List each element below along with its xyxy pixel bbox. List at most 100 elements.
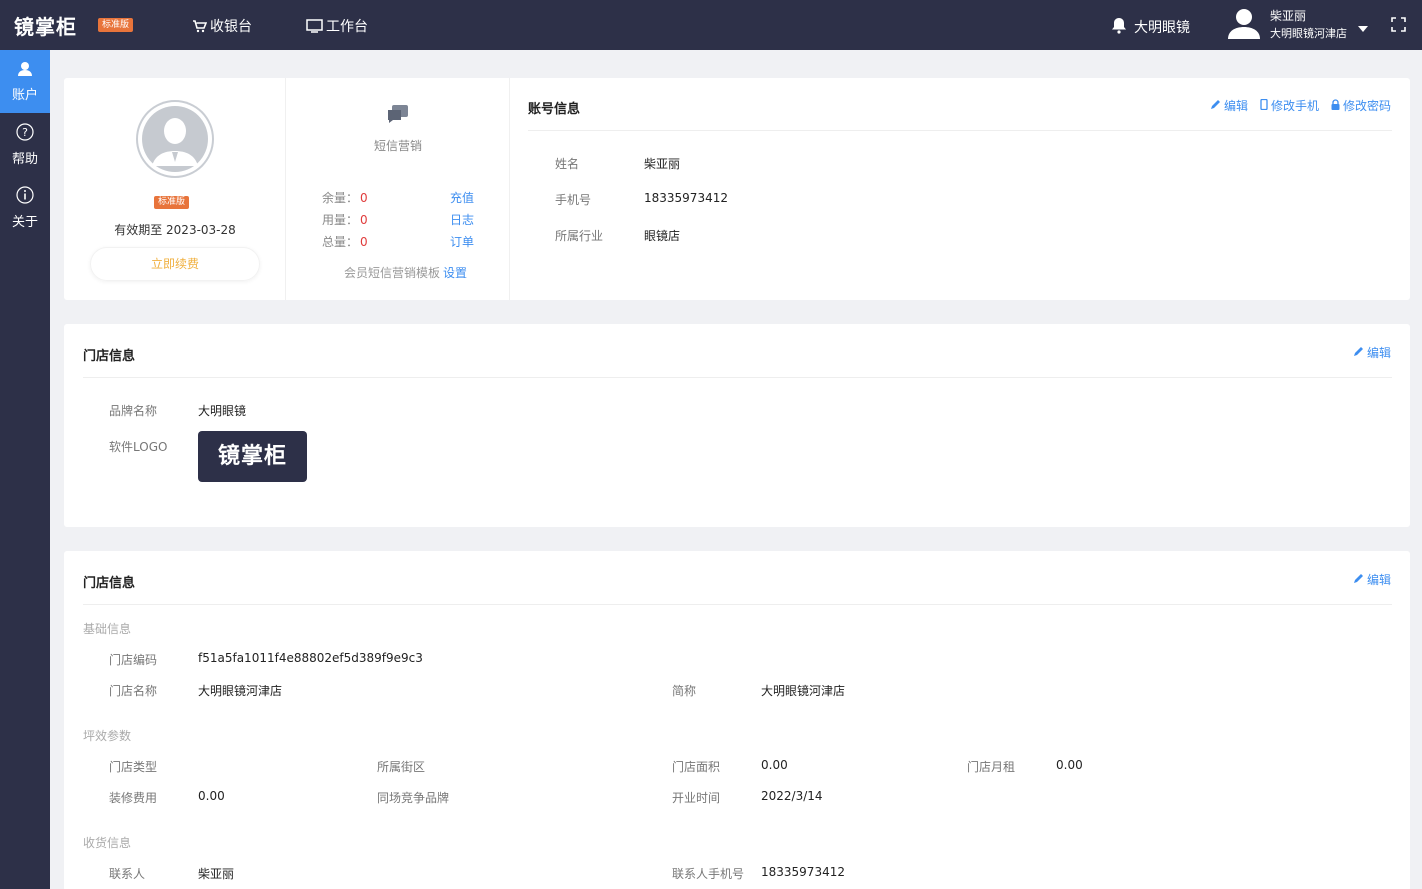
- account-info-title: 账号信息: [528, 102, 581, 117]
- sms-panel: 短信营销 余量： 0 充值 用量： 0 日志 总量： 0 订单 会员短信营销模板 设置: [286, 78, 510, 300]
- bell-icon: [1110, 16, 1128, 38]
- edit-store-brand-link[interactable]: 编辑: [1353, 344, 1391, 361]
- nav-workbench[interactable]: 工作台: [306, 16, 368, 36]
- svg-text:?: ?: [22, 126, 28, 139]
- log-link[interactable]: 日志: [450, 211, 474, 228]
- edit-store-detail-label: 编辑: [1366, 573, 1391, 587]
- user-avatar-icon: [1226, 5, 1262, 45]
- shipping-info-group-label: 收货信息: [83, 836, 132, 850]
- top-bar: 镜掌柜 标准版 收银台 工作台 大明眼镜 柴亚丽 大明眼镜河津店: [0, 0, 1422, 50]
- sms-template-settings-link[interactable]: 设置: [443, 266, 467, 280]
- monthly-rent-label: 门店月租: [967, 760, 1016, 774]
- sms-title: 短信营销: [373, 139, 422, 153]
- monthly-rent-value: 0.00: [1056, 758, 1083, 772]
- avatar: [136, 100, 214, 178]
- sms-total-label: 总量：: [322, 235, 359, 249]
- account-actions: 编辑 修改手机 修改密码: [1210, 97, 1391, 114]
- sidebar-item-label: 关于: [11, 214, 38, 230]
- edition-badge: 标准版: [98, 18, 134, 32]
- cart-icon: [192, 19, 207, 33]
- software-logo-image: 镜掌柜: [198, 431, 307, 482]
- decoration-cost-value: 0.00: [198, 789, 225, 803]
- change-phone-label: 修改手机: [1270, 99, 1319, 113]
- profile-edition-badge: 标准版: [154, 196, 190, 209]
- phone-label: 手机号: [555, 193, 592, 207]
- store-detail-title: 门店信息: [83, 576, 136, 591]
- name-label: 姓名: [555, 157, 580, 171]
- nav-cashier[interactable]: 收银台: [192, 16, 252, 36]
- sidebar-item-account[interactable]: 账户: [0, 50, 50, 113]
- store-brand-actions: 编辑: [1353, 344, 1391, 361]
- edit-account-link[interactable]: 编辑: [1210, 97, 1248, 114]
- contact-value: 柴亚丽: [198, 867, 235, 881]
- software-logo-label: 软件LOGO: [109, 440, 168, 454]
- edit-store-detail-link[interactable]: 编辑: [1353, 571, 1391, 588]
- sms-balance-label: 余量：: [322, 191, 359, 205]
- efficiency-params-group-label: 坪效参数: [83, 729, 132, 743]
- edit-store-brand-label: 编辑: [1366, 346, 1391, 360]
- pencil-icon: [1210, 99, 1221, 113]
- store-name-value: 大明眼镜河津店: [198, 684, 283, 698]
- brand-name-value: 大明眼镜: [198, 404, 247, 418]
- district-label: 所属街区: [377, 760, 426, 774]
- change-phone-link[interactable]: 修改手机: [1260, 97, 1319, 114]
- nav-workbench-label: 工作台: [326, 19, 368, 35]
- industry-label: 所属行业: [555, 229, 604, 243]
- divider: [83, 604, 1392, 605]
- sidebar-item-label: 帮助: [11, 151, 38, 167]
- profile-panel: 标准版 有效期至 2023-03-28 立即续费: [64, 78, 286, 300]
- renew-button[interactable]: 立即续费: [90, 247, 260, 281]
- store-brand-title: 门店信息: [83, 349, 136, 364]
- divider: [528, 130, 1392, 131]
- store-name-label: 门店名称: [109, 684, 158, 698]
- edit-account-label: 编辑: [1223, 99, 1248, 113]
- info-icon: [16, 185, 34, 208]
- change-password-label: 修改密码: [1342, 99, 1391, 113]
- user-store: 大明眼镜河津店: [1270, 27, 1347, 40]
- sms-used-label: 用量：: [322, 213, 359, 227]
- sms-total-value: 0: [360, 235, 368, 249]
- sidebar: 账户 ? 帮助 关于: [0, 50, 50, 889]
- notification-store: 大明眼镜: [1134, 20, 1190, 36]
- phone-icon: [1260, 98, 1268, 113]
- sms-template: 会员短信营销模板 设置: [344, 264, 467, 281]
- change-password-link[interactable]: 修改密码: [1331, 97, 1391, 114]
- sms-template-text: 会员短信营销模板: [344, 266, 441, 280]
- opening-date-label: 开业时间: [672, 791, 721, 805]
- brand-name-label: 品牌名称: [109, 404, 158, 418]
- sms-used-row: 用量： 0 日志: [322, 211, 474, 228]
- account-card: 标准版 有效期至 2023-03-28 立即续费 短信营销 余量： 0 充值 用量…: [64, 78, 1410, 300]
- monitor-icon: [306, 19, 323, 33]
- competitor-brand-label: 同场竞争品牌: [377, 791, 450, 805]
- store-area-label: 门店面积: [672, 760, 721, 774]
- contact-phone-label: 联系人手机号: [672, 867, 745, 881]
- help-icon: ?: [16, 122, 34, 145]
- sms-total-row: 总量： 0 订单: [322, 233, 474, 250]
- caret-down-icon[interactable]: [1358, 21, 1368, 36]
- phone-value: 18335973412: [644, 191, 728, 205]
- store-type-label: 门店类型: [109, 760, 158, 774]
- lock-icon: [1331, 98, 1340, 113]
- contact-phone-value: 18335973412: [761, 865, 845, 879]
- notifications[interactable]: 大明眼镜: [1110, 16, 1190, 38]
- store-brand-card: 门店信息 编辑 品牌名称 大明眼镜 软件LOGO 镜掌柜: [64, 324, 1410, 527]
- user-menu[interactable]: 柴亚丽 大明眼镜河津店: [1226, 6, 1347, 44]
- store-detail-card: 门店信息 编辑 基础信息 门店编码 f51a5fa1011f4e88802ef5…: [64, 551, 1410, 889]
- pencil-icon: [1353, 573, 1364, 587]
- nav-cashier-label: 收银台: [210, 19, 252, 35]
- sms-balance-row: 余量： 0 充值: [322, 189, 474, 206]
- industry-value: 眼镜店: [644, 229, 681, 243]
- sidebar-item-label: 账户: [11, 87, 38, 103]
- fullscreen-icon[interactable]: [1391, 17, 1406, 36]
- store-short-name-value: 大明眼镜河津店: [761, 684, 846, 698]
- sms-used-value: 0: [360, 213, 368, 227]
- orders-link[interactable]: 订单: [450, 233, 474, 250]
- recharge-link[interactable]: 充值: [450, 189, 474, 206]
- name-value: 柴亚丽: [644, 157, 681, 171]
- divider: [83, 377, 1392, 378]
- store-short-name-label: 简称: [672, 684, 697, 698]
- user-icon: [17, 61, 33, 81]
- sidebar-item-about[interactable]: 关于: [0, 176, 50, 239]
- store-code-label: 门店编码: [109, 653, 158, 667]
- sidebar-item-help[interactable]: ? 帮助: [0, 113, 50, 176]
